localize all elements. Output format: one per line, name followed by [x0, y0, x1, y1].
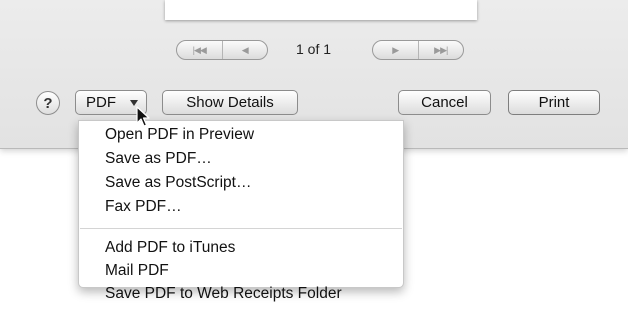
cancel-button[interactable]: Cancel — [398, 90, 491, 115]
menu-item-fax-pdf[interactable]: Fax PDF… — [105, 198, 182, 216]
menu-item-add-pdf-to-itunes[interactable]: Add PDF to iTunes — [105, 239, 235, 257]
menu-separator — [80, 228, 402, 229]
menu-item-mail-pdf[interactable]: Mail PDF — [105, 262, 169, 280]
menu-item-save-as-postscript[interactable]: Save as PostScript… — [105, 174, 251, 192]
last-page-icon[interactable]: ▶▶| — [417, 41, 464, 59]
pdf-button-label: PDF — [86, 94, 116, 111]
menu-item-save-pdf-to-web-receipts-folder[interactable]: Save PDF to Web Receipts Folder — [105, 285, 342, 303]
page-preview — [165, 0, 477, 20]
show-details-button[interactable]: Show Details — [162, 90, 298, 115]
help-button[interactable]: ? — [36, 91, 60, 115]
pdf-dropdown-menu: Open PDF in Preview Save as PDF… Save as… — [78, 120, 404, 302]
menu-item-save-as-pdf[interactable]: Save as PDF… — [105, 150, 212, 168]
next-page-icon[interactable]: ▶ — [373, 41, 418, 59]
previous-pages-control: |◀◀ ◀ — [176, 40, 268, 60]
mouse-pointer-icon — [136, 106, 150, 127]
first-page-icon[interactable]: |◀◀ — [177, 41, 222, 59]
previous-page-icon[interactable]: ◀ — [221, 41, 268, 59]
menu-item-open-pdf-in-preview[interactable]: Open PDF in Preview — [105, 126, 254, 144]
next-pages-control: ▶ ▶▶| — [372, 40, 464, 60]
page-count: 1 of 1 — [296, 41, 332, 57]
print-button[interactable]: Print — [508, 90, 600, 115]
